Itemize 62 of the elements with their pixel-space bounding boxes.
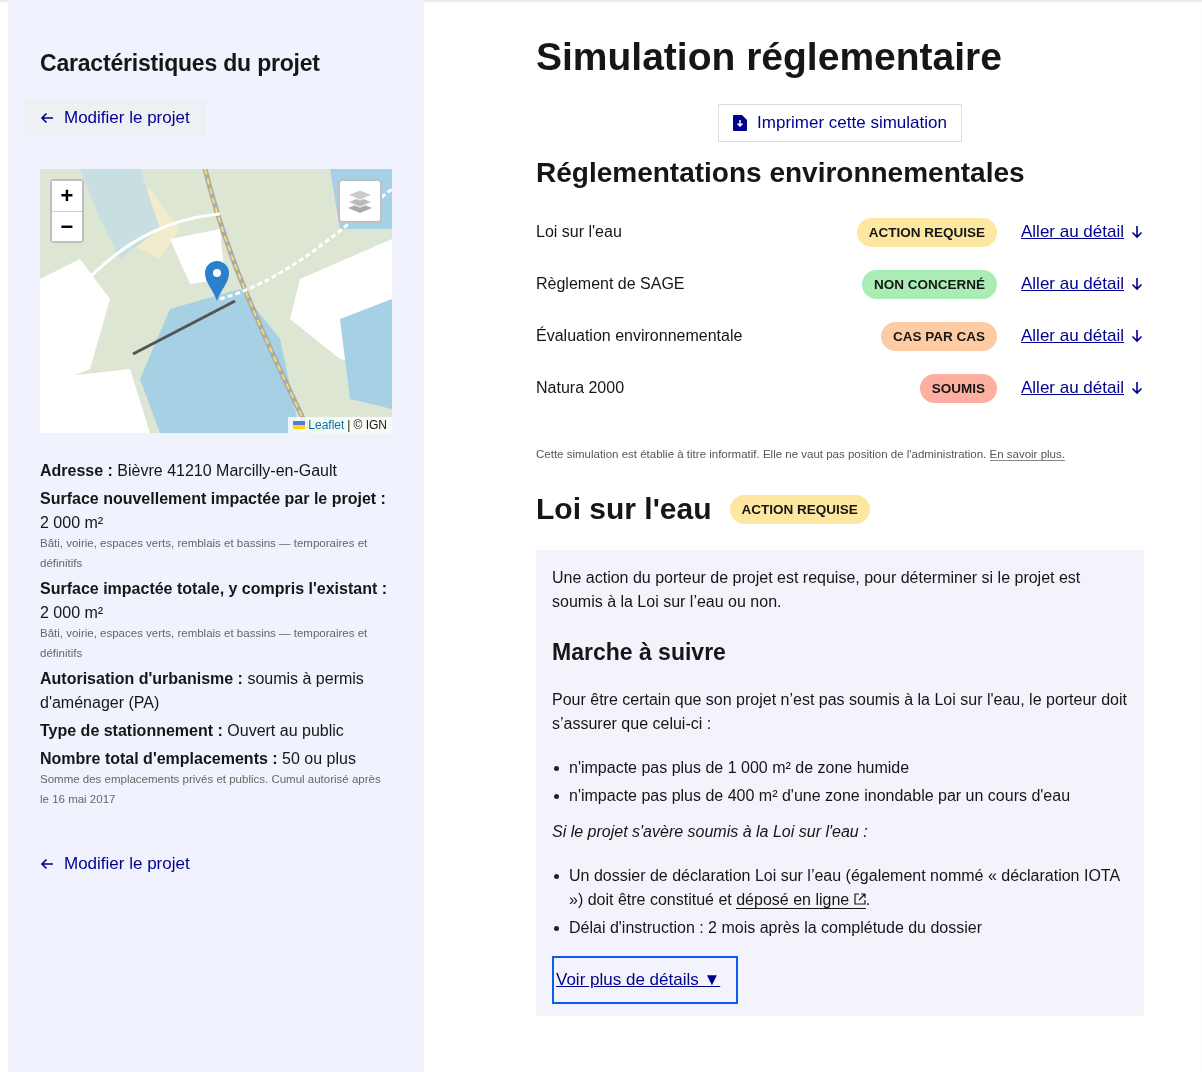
section-title: Réglementations environnementales [536, 156, 1026, 190]
detail-hint: Bâti, voirie, espaces verts, remblais et bassins — temporaires et définitifs [40, 626, 369, 661]
project-detail: Type de stationnement : Ouvert au public [40, 721, 345, 741]
down-arrow-icon [1130, 225, 1144, 239]
back-arrow-icon [40, 857, 54, 871]
project-detail: Surface nouvellement impactée par le projet : 2 000 m² [40, 489, 387, 533]
show-more-link[interactable]: Voir plus de détails ▼ [552, 956, 739, 1004]
bullet-dot [554, 874, 559, 879]
down-arrow-icon [1130, 277, 1144, 291]
consequence-item: Un dossier de déclaration Loi sur l’eau (également nommé « déclaration IOTA ») doit être constitué et déposé en ligne . [569, 866, 1121, 911]
intro-text: Une action du porteur de projet est requise, pour déterminer si le projet est soumis à la Loi sur l’eau ou non. [552, 568, 1082, 612]
condition-item: n'impacte pas plus de 1 000 m² de zone humide [569, 758, 910, 778]
map[interactable]: + − Leaflet | © IGN [40, 169, 392, 433]
regulation-name: Règlement de SAGE [536, 275, 686, 293]
steps-text: Pour être certain que son projet n’est pas soumis à la Loi sur l'eau, le porteur doit s’assurer que celui-ci : [552, 690, 1128, 734]
detail-hint: Somme des emplacements privés et publics. Cumul autorisé après le 16 mai 2017 [40, 772, 382, 807]
detail-link[interactable]: Aller au détail [1021, 378, 1144, 398]
layers-icon [346, 187, 374, 215]
bullet-dot [554, 926, 559, 931]
status-badge: ACTION REQUISE [729, 494, 870, 524]
project-detail: Surface impactée totale, y compris l'existant : 2 000 m² [40, 579, 389, 623]
sidebar-title: Caractéristiques du projet [40, 50, 321, 77]
regulation-name: Natura 2000 [536, 379, 626, 397]
project-detail: Autorisation d'urbanisme : soumis à permis d'aménager (PA) [40, 669, 365, 713]
detail-link[interactable]: Aller au détail [1021, 222, 1144, 242]
condition-note: Si le projet s'avère soumis à la Loi sur l'eau : [552, 822, 869, 842]
section-title: Loi sur l'eau [536, 491, 712, 527]
map-marker-icon[interactable] [205, 261, 229, 301]
down-arrow-icon [1130, 381, 1144, 395]
detail-hint: Bâti, voirie, espaces verts, remblais et bassins — temporaires et définitifs [40, 536, 369, 571]
detail-link[interactable]: Aller au détail [1021, 274, 1144, 294]
detail-link[interactable]: Aller au détail [1021, 326, 1144, 346]
project-detail: Adresse : Bièvre 41210 Marcilly-en-Gault [40, 461, 338, 481]
edit-project-link[interactable]: Modifier le projet [24, 845, 206, 883]
back-arrow-icon [40, 111, 54, 125]
map-attribution: © IGN [353, 418, 387, 432]
attribution-separator: | [347, 418, 351, 432]
consequence-item: Délai d'instruction : 2 mois après la complétude du dossier [569, 918, 983, 938]
external-link[interactable]: déposé en ligne [736, 891, 866, 909]
status-badge: CAS PAR CAS [880, 321, 997, 351]
zoom-out-button[interactable]: − [52, 211, 82, 241]
status-badge: SOUMIS [919, 373, 997, 403]
disclaimer: Cette simulation est établie à titre informatif. Elle ne vaut pas position de l'administration. En savoir plus. [536, 448, 1066, 460]
print-button[interactable]: Imprimer cette simulation [718, 104, 962, 142]
external-link-icon [853, 893, 866, 905]
bullet-dot [554, 766, 559, 771]
down-arrow-icon [1130, 329, 1144, 343]
learn-more-link[interactable]: En savoir plus. [989, 448, 1065, 461]
document-download-icon [733, 115, 748, 131]
status-badge: ACTION REQUISE [856, 217, 997, 247]
subsection-title: Marche à suivre [552, 640, 727, 664]
condition-item: n'impacte pas plus de 400 m² d'une zone inondable par un cours d'eau [569, 786, 1071, 806]
status-badge: NON CONCERNÉ [861, 269, 997, 299]
leaflet-link[interactable]: Leaflet [293, 418, 345, 432]
flag-icon [293, 421, 306, 429]
page-title: Simulation réglementaire [536, 34, 1003, 80]
layers-button[interactable] [338, 179, 382, 223]
bullet-dot [554, 794, 559, 799]
project-detail: Nombre total d'emplacements : 50 ou plus [40, 749, 357, 769]
regulation-name: Évaluation environnementale [536, 327, 744, 345]
edit-project-button[interactable]: Modifier le projet [24, 99, 206, 137]
regulation-name: Loi sur l'eau [536, 223, 623, 241]
